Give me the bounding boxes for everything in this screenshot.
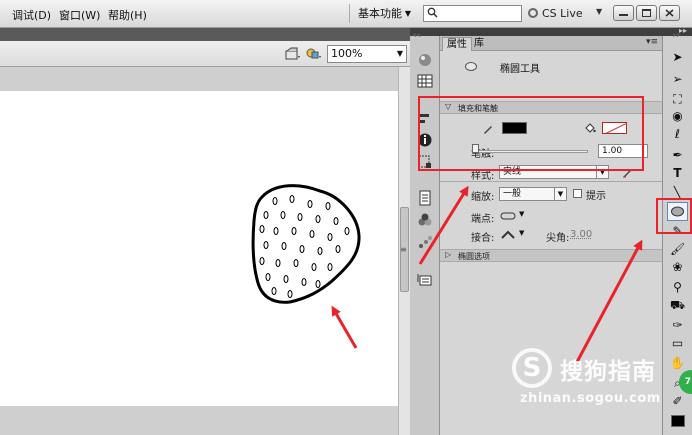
collapsed-triangle-icon: ▷ xyxy=(445,250,452,259)
restore-icon xyxy=(642,9,651,17)
restore-button[interactable] xyxy=(636,5,657,21)
stroke-color-icon[interactable] xyxy=(671,415,685,427)
3d-rotation-icon[interactable]: ◉ xyxy=(670,109,685,124)
bone-tool-icon[interactable]: ⚲ xyxy=(670,280,685,295)
oval-options-section-header[interactable]: ▷ 椭圆选项 xyxy=(440,249,662,262)
components-panel-icon[interactable] xyxy=(417,212,433,228)
chevron-down-icon: ▼ xyxy=(396,49,403,58)
edit-scene-icon[interactable] xyxy=(285,47,301,61)
chevron-down-icon: ▼ xyxy=(519,210,525,218)
search-icon xyxy=(427,7,438,18)
close-icon xyxy=(665,9,674,17)
grip-icon: ≡ xyxy=(400,245,407,254)
color-panel-icon[interactable] xyxy=(417,52,433,68)
highlight-oval-tool-box xyxy=(656,198,692,234)
divider xyxy=(440,181,662,182)
edit-symbol-icon[interactable] xyxy=(306,47,322,61)
workspace-label: 基本功能 xyxy=(358,7,402,20)
menu-debug[interactable]: 调试(D) xyxy=(12,7,51,23)
document-tab-strip xyxy=(0,28,410,41)
drawn-oval-shape[interactable] xyxy=(0,91,398,406)
pasteboard-top xyxy=(0,67,398,91)
workspace-switcher[interactable]: 基本功能 ▼ xyxy=(349,4,413,23)
join-miter-icon xyxy=(501,230,515,239)
selection-tool-icon[interactable]: ➤ xyxy=(670,50,685,65)
join-label: 接合: xyxy=(471,233,495,244)
hint-checkbox[interactable] xyxy=(573,189,582,198)
collapse-arrows-icon[interactable]: ◂◂ xyxy=(412,30,420,39)
chevron-down-icon: ▼ xyxy=(554,188,566,200)
cs-live-icon xyxy=(528,8,538,18)
stroke-color-tool-icon[interactable]: ✐ xyxy=(670,394,685,409)
help-search-input[interactable] xyxy=(423,5,522,22)
tab-library[interactable]: 库 xyxy=(470,37,488,51)
swatches-panel-icon[interactable] xyxy=(417,73,433,89)
menu-help[interactable]: 帮助(H) xyxy=(108,7,147,23)
panel-title-strip: ▸▸ xyxy=(410,26,692,36)
cap-select[interactable]: ▼ xyxy=(500,210,528,222)
lasso-icon[interactable]: ℓ xyxy=(670,127,685,142)
join-select[interactable]: ▼ xyxy=(500,229,528,241)
cap-label: 端点: xyxy=(471,214,495,225)
cs-live-label: CS Live xyxy=(542,7,583,20)
minimize-button[interactable] xyxy=(613,5,634,21)
scale-select[interactable]: 一般 ▼ xyxy=(499,187,567,201)
menu-window[interactable]: 窗口(W) xyxy=(59,7,100,23)
hint-label: 提示 xyxy=(586,191,606,202)
collapse-tools-icon[interactable]: ▸▸ xyxy=(673,30,681,39)
pen-tool-icon[interactable]: ✒ xyxy=(670,148,685,163)
cs-live-button[interactable]: CS Live xyxy=(528,5,583,22)
menu-bar: 调试(D) 窗口(W) 帮助(H) 基本功能 ▼ CS Live ▼ xyxy=(0,0,692,28)
highlight-fill-stroke-box xyxy=(418,96,644,171)
hand-tool-icon[interactable]: ✋ xyxy=(670,356,685,371)
scale-value: 一般 xyxy=(503,189,522,199)
motion-presets-icon[interactable] xyxy=(417,234,433,250)
chevron-down-icon[interactable]: ▼ xyxy=(596,7,602,16)
panel-tabs: 属性 库 ▾≡ xyxy=(440,36,662,51)
stage-canvas[interactable] xyxy=(0,91,398,406)
close-button[interactable] xyxy=(659,5,680,21)
history-panel-icon[interactable] xyxy=(417,190,433,206)
current-tool-name: 椭圆工具 xyxy=(500,64,540,75)
oval-options-section-title: 椭圆选项 xyxy=(458,252,490,261)
zoom-select[interactable]: 100% ▼ xyxy=(327,45,407,63)
deco-tool-icon[interactable]: ❀ xyxy=(670,260,685,275)
chevron-down-icon: ▼ xyxy=(519,229,525,237)
eyedropper-tool-icon[interactable]: ✑ xyxy=(670,318,685,333)
zoom-value: 100% xyxy=(331,47,363,60)
scale-label: 缩放: xyxy=(471,192,495,203)
chevron-down-icon: ▼ xyxy=(404,9,411,18)
miter-label: 尖角: xyxy=(546,233,570,244)
stage-scrollbar[interactable]: ≡ xyxy=(398,67,410,435)
library-panel-icon[interactable] xyxy=(417,272,433,288)
free-transform-icon[interactable]: ⛶ xyxy=(670,92,685,107)
tab-properties[interactable]: 属性 xyxy=(442,37,472,51)
miter-value[interactable]: 3.00 xyxy=(570,229,592,240)
subselection-tool-icon[interactable]: ➢ xyxy=(670,72,685,87)
oval-tool-icon xyxy=(465,62,477,71)
panel-menu-icon[interactable]: ▾≡ xyxy=(646,37,658,47)
cap-round-icon xyxy=(500,212,516,220)
pasteboard-bottom xyxy=(0,406,398,435)
brush-tool-icon[interactable]: 🖌 xyxy=(670,242,685,257)
text-tool-icon[interactable]: T xyxy=(670,166,685,181)
paint-bucket-tool-icon[interactable]: ⛟ xyxy=(670,298,685,313)
minimize-icon xyxy=(619,14,628,16)
eraser-tool-icon[interactable]: ▭ xyxy=(670,336,685,351)
